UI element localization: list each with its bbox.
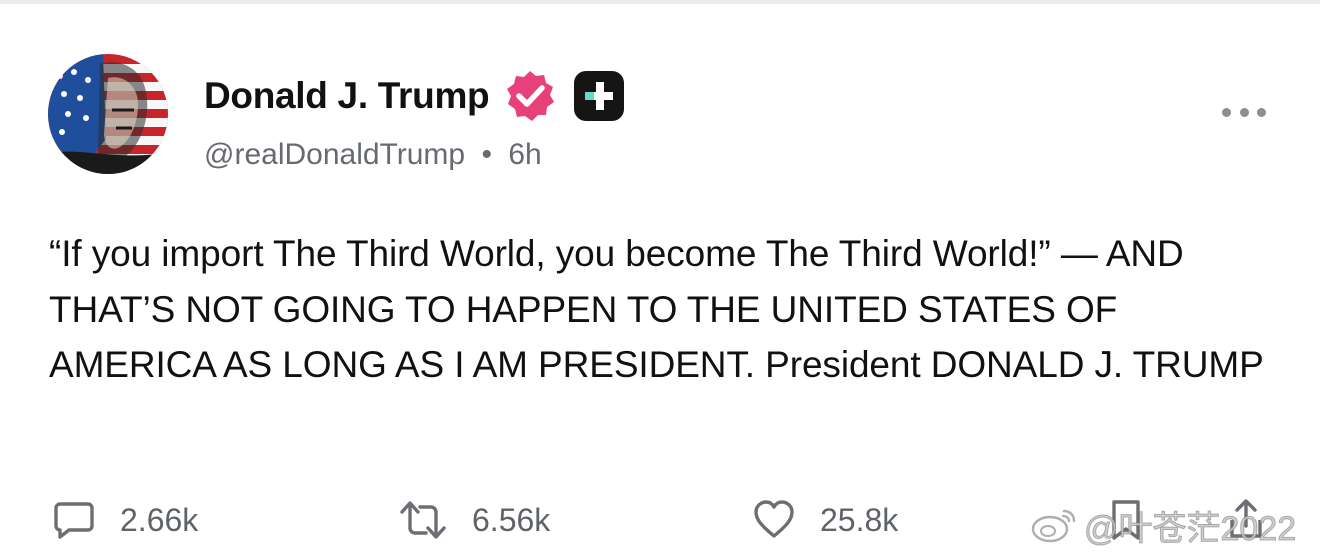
more-options-button[interactable] bbox=[1222, 100, 1266, 124]
repost-icon bbox=[400, 501, 446, 539]
author-handle[interactable]: @realDonaldTrump bbox=[204, 138, 465, 171]
plus-badge-icon bbox=[574, 71, 625, 121]
top-divider bbox=[0, 0, 1320, 4]
flag-portrait-avatar-icon bbox=[48, 54, 168, 174]
post-body-text: “If you import The Third World, you beco… bbox=[49, 233, 1264, 385]
share-icon bbox=[1230, 499, 1262, 538]
reply-button[interactable]: 2.66k bbox=[52, 494, 198, 546]
reply-count: 2.66k bbox=[120, 501, 199, 538]
author-meta: @realDonaldTrump • 6h bbox=[204, 138, 542, 172]
like-count: 25.8k bbox=[820, 501, 899, 538]
more-dot-icon bbox=[1239, 107, 1249, 117]
post-timestamp[interactable]: 6h bbox=[508, 138, 541, 171]
share-button[interactable] bbox=[1226, 494, 1266, 546]
meta-separator: • bbox=[481, 138, 492, 171]
more-dot-icon bbox=[1257, 107, 1266, 117]
post-actions-bar: 2.66k 6.56k 25.8k bbox=[0, 494, 1320, 550]
heart-icon bbox=[754, 500, 794, 538]
bookmark-icon bbox=[1112, 500, 1140, 540]
author-display-name[interactable]: Donald J. Trump bbox=[204, 75, 490, 117]
author-name-row: Donald J. Trump bbox=[204, 70, 625, 122]
verified-badge-icon bbox=[507, 71, 555, 121]
repost-count: 6.56k bbox=[472, 501, 551, 538]
more-dot-icon bbox=[1222, 107, 1231, 117]
repost-button[interactable]: 6.56k bbox=[398, 494, 550, 546]
comment-icon bbox=[54, 502, 94, 539]
like-button[interactable]: 25.8k bbox=[752, 494, 898, 546]
avatar[interactable] bbox=[48, 54, 168, 174]
bookmark-button[interactable] bbox=[1108, 494, 1144, 546]
